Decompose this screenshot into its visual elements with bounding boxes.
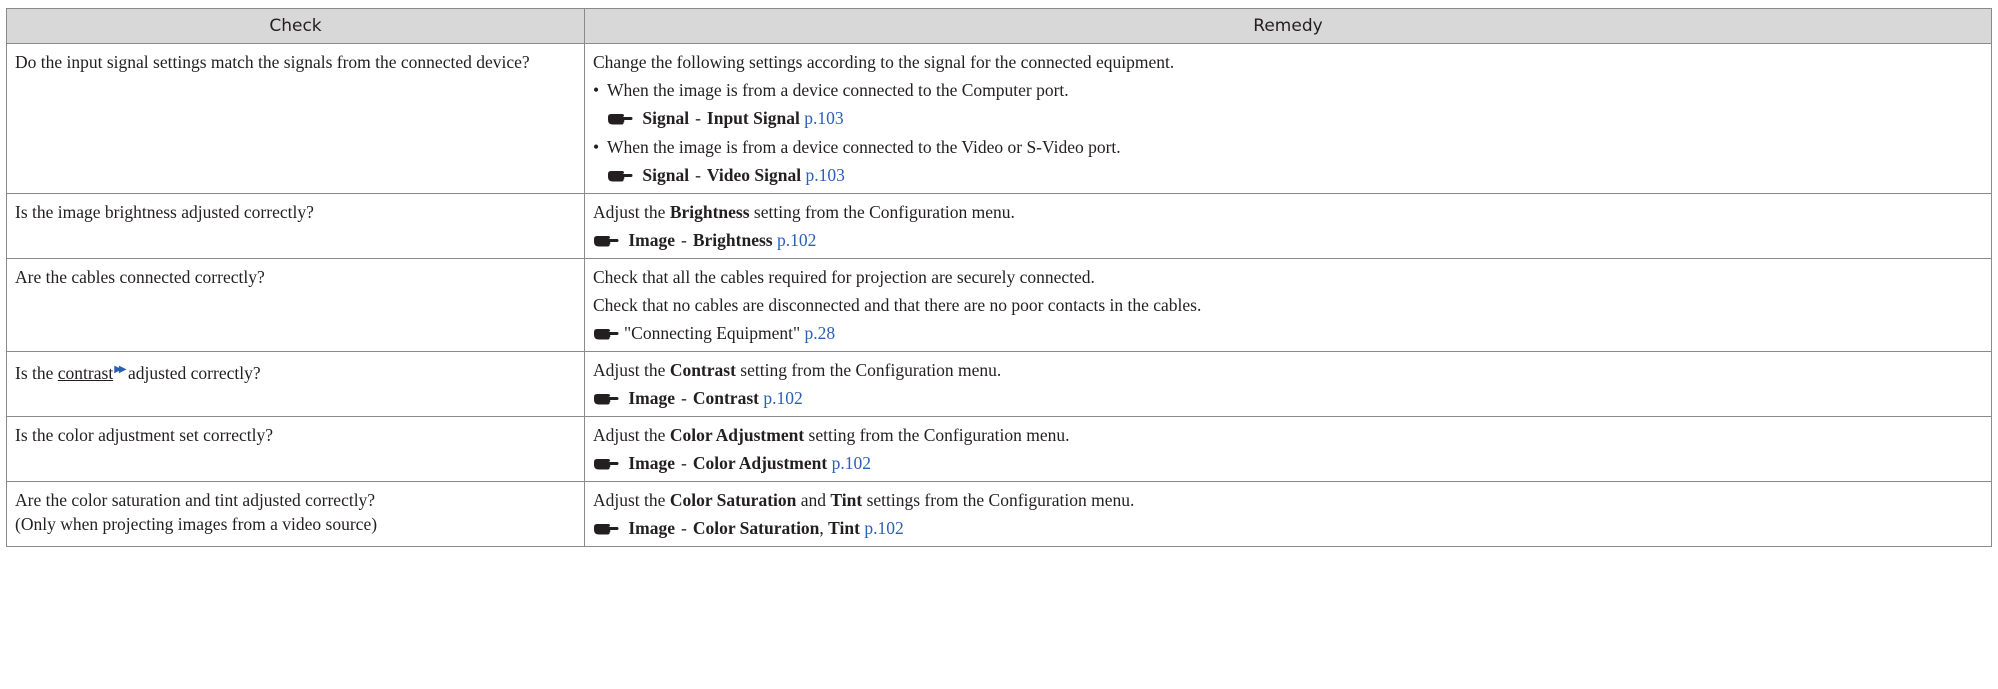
table-row: Is the contrast▶▶ adjusted correctly? Ad…: [6, 351, 1992, 417]
reference-line: Image - Brightness p.102: [593, 228, 1983, 253]
check-column-header: Check: [6, 8, 585, 44]
remedy-text: Adjust the Color Adjustment setting from…: [593, 425, 1070, 445]
reference-line: Signal - Input Signal p.103: [593, 106, 1983, 131]
remedy-text: Adjust the Brightness setting from the C…: [593, 202, 1015, 222]
check-cell: Are the color saturation and tint adjust…: [6, 481, 585, 547]
troubleshooting-table: Check Remedy Do the input signal setting…: [6, 8, 1992, 547]
reference-line: "Connecting Equipment" p.28: [593, 321, 1983, 346]
pointing-hand-icon: [593, 518, 619, 542]
pointing-hand-icon: [607, 165, 633, 189]
pointing-hand-icon: [593, 323, 619, 347]
check-cell: Are the cables connected correctly?: [6, 258, 585, 352]
remedy-cell: Adjust the Contrast setting from the Con…: [584, 351, 1992, 417]
table-row: Is the image brightness adjusted correct…: [6, 193, 1992, 259]
pointing-hand-icon: [607, 108, 633, 132]
page-link[interactable]: p.102: [777, 230, 816, 250]
list-item: • When the image is from a device connect…: [593, 137, 1121, 157]
remedy-cell: Check that all the cables required for p…: [584, 258, 1992, 352]
remedy-cell: Adjust the Brightness setting from the C…: [584, 193, 1992, 259]
remedy-column-header: Remedy: [584, 8, 1992, 44]
bullet-icon: •: [593, 80, 600, 100]
remedy-text: Check that no cables are disconnected an…: [593, 295, 1202, 315]
reference-line: Signal - Video Signal p.103: [593, 163, 1983, 188]
remedy-cell: Change the following settings according …: [584, 43, 1992, 194]
page-link[interactable]: p.28: [805, 323, 836, 343]
page-link[interactable]: p.103: [805, 165, 844, 185]
reference-line: Image - Contrast p.102: [593, 386, 1983, 411]
pointing-hand-icon: [593, 453, 619, 477]
pointing-hand-icon: [593, 230, 619, 254]
remedy-text: Change the following settings according …: [593, 52, 1175, 72]
table-header-row: Check Remedy: [6, 8, 1992, 44]
reference-line: Image - Color Adjustment p.102: [593, 451, 1983, 476]
check-cell: Is the color adjustment set correctly?: [6, 416, 585, 482]
remedy-cell: Adjust the Color Adjustment setting from…: [584, 416, 1992, 482]
page-link[interactable]: p.102: [832, 453, 871, 473]
page-link[interactable]: p.102: [864, 518, 903, 538]
table-row: Do the input signal settings match the s…: [6, 43, 1992, 194]
remedy-cell: Adjust the Color Saturation and Tint set…: [584, 481, 1992, 547]
remedy-text: Check that all the cables required for p…: [593, 267, 1095, 287]
page-link[interactable]: p.102: [763, 388, 802, 408]
table-row: Is the color adjustment set correctly? A…: [6, 416, 1992, 482]
remedy-text: Adjust the Color Saturation and Tint set…: [593, 490, 1135, 510]
check-cell: Is the image brightness adjusted correct…: [6, 193, 585, 259]
pointing-hand-icon: [593, 388, 619, 412]
remedy-text: Adjust the Contrast setting from the Con…: [593, 360, 1002, 380]
bullet-icon: •: [593, 137, 600, 157]
check-cell: Do the input signal settings match the s…: [6, 43, 585, 194]
glossary-term-link[interactable]: contrast: [58, 363, 113, 383]
table-row: Are the cables connected correctly? Chec…: [6, 258, 1992, 352]
table-row: Are the color saturation and tint adjust…: [6, 481, 1992, 547]
check-cell: Is the contrast▶▶ adjusted correctly?: [6, 351, 585, 417]
list-item: • When the image is from a device connect…: [593, 80, 1069, 100]
page-link[interactable]: p.103: [804, 108, 843, 128]
glossary-arrow-icon: ▶▶: [114, 364, 127, 375]
reference-line: Image - Color Saturation, Tint p.102: [593, 516, 1983, 541]
